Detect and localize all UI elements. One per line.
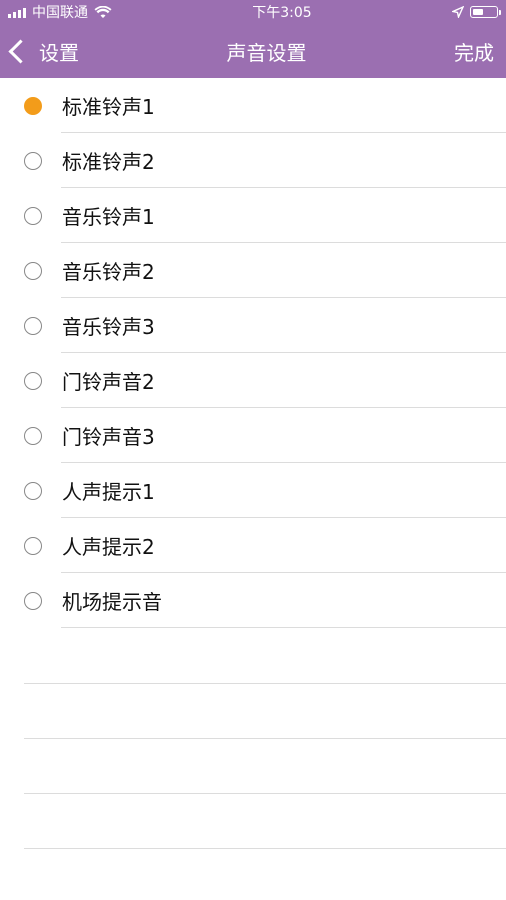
sound-option-label: 门铃声音2 xyxy=(62,370,155,394)
sound-option-label: 标准铃声1 xyxy=(62,95,155,119)
back-button[interactable]: 设置 xyxy=(8,37,79,66)
radio-unselected-icon[interactable] xyxy=(24,591,42,610)
chevron-left-icon xyxy=(8,38,33,64)
radio-unselected-icon[interactable] xyxy=(24,151,42,170)
navigation-bar: 设置 声音设置 完成 xyxy=(0,24,506,78)
sound-option-row[interactable]: 门铃声音2 xyxy=(0,353,506,408)
status-bar: 中国联通 下午3:05 xyxy=(0,0,506,24)
radio-unselected-icon[interactable] xyxy=(24,481,42,500)
radio-unselected-icon[interactable] xyxy=(24,371,42,390)
sound-option-row[interactable]: 机场提示音 xyxy=(0,573,506,628)
sound-option-row[interactable]: 音乐铃声1 xyxy=(0,188,506,243)
sound-option-row[interactable]: 人声提示1 xyxy=(0,463,506,518)
radio-unselected-icon[interactable] xyxy=(24,316,42,335)
sound-option-label: 音乐铃声1 xyxy=(62,205,155,229)
sound-option-label: 人声提示1 xyxy=(62,480,155,504)
radio-unselected-icon[interactable] xyxy=(24,536,42,555)
wifi-icon xyxy=(94,5,112,19)
sound-option-row[interactable]: 标准铃声1 xyxy=(0,78,506,133)
sound-option-label: 音乐铃声3 xyxy=(62,315,155,339)
clock: 下午3:05 xyxy=(252,5,312,21)
back-label: 设置 xyxy=(39,40,79,65)
top-bar: 中国联通 下午3:05 设置 声音设置 完成 xyxy=(0,0,506,78)
empty-row-divider xyxy=(24,738,506,739)
sound-option-row[interactable]: 音乐铃声3 xyxy=(0,298,506,353)
radio-unselected-icon[interactable] xyxy=(24,426,42,445)
sound-option-label: 门铃声音3 xyxy=(62,425,155,449)
radio-unselected-icon[interactable] xyxy=(24,206,42,225)
location-icon xyxy=(451,6,464,18)
empty-row-divider xyxy=(24,848,506,849)
sound-option-row[interactable]: 门铃声音3 xyxy=(0,408,506,463)
radio-selected-icon[interactable] xyxy=(24,96,42,115)
row-divider xyxy=(61,627,506,628)
battery-icon xyxy=(469,6,501,18)
empty-row-divider xyxy=(24,683,506,684)
sound-option-label: 机场提示音 xyxy=(62,590,162,614)
sound-option-label: 音乐铃声2 xyxy=(62,260,155,284)
sound-list: 标准铃声1 标准铃声2 音乐铃声1 音乐铃声2 音乐铃声3 门铃声音2 门铃声音3 人声提示1… xyxy=(0,78,506,849)
page-title: 声音设置 xyxy=(226,40,307,65)
sound-option-label: 标准铃声2 xyxy=(62,150,155,174)
carrier-label: 中国联通 xyxy=(32,5,88,21)
sound-option-row[interactable]: 人声提示2 xyxy=(0,518,506,573)
sound-option-row[interactable]: 标准铃声2 xyxy=(0,133,506,188)
sound-option-label: 人声提示2 xyxy=(62,535,155,559)
radio-unselected-icon[interactable] xyxy=(24,261,42,280)
signal-icon xyxy=(8,6,26,18)
done-button[interactable]: 完成 xyxy=(454,37,494,66)
empty-row-divider xyxy=(24,793,506,794)
sound-option-row[interactable]: 音乐铃声2 xyxy=(0,243,506,298)
